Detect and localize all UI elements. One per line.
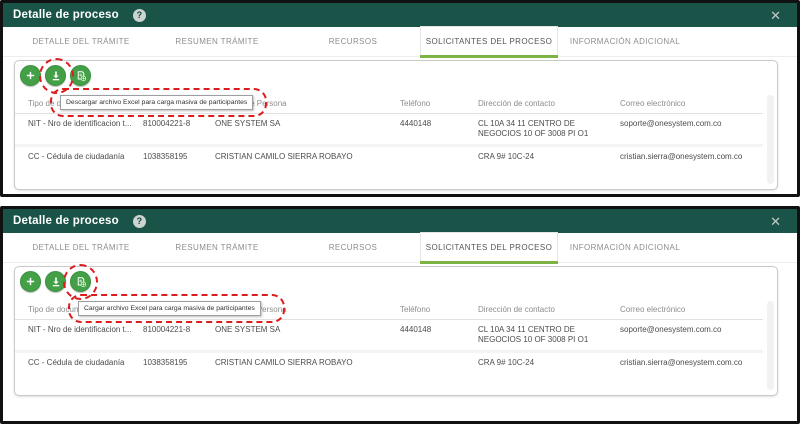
cell-correo: soporte@onesystem.com.co	[620, 320, 763, 352]
tab-resumen-tramite[interactable]: RESUMEN TRÁMITE	[149, 233, 285, 262]
cell-telefono: 4440148	[400, 114, 478, 146]
cell-correo: cristian.sierra@onesystem.com.co	[620, 146, 763, 168]
table-scrollbar[interactable]	[767, 95, 774, 184]
tooltip-cargar-excel: Cargar archivo Excel para carga masiva d…	[78, 301, 261, 316]
tab-informacion-adicional[interactable]: INFORMACIÓN ADICIONAL	[557, 233, 693, 262]
cell-nombre: CRISTIAN CAMILO SIERRA ROBAYO	[215, 146, 400, 168]
solicitantes-card: Tipo de documento Número de documento No…	[14, 60, 778, 190]
upload-excel-button[interactable]	[70, 271, 91, 292]
modal-title: Detalle de proceso	[13, 9, 119, 21]
download-excel-button[interactable]	[45, 271, 66, 292]
tab-label: RECURSOS	[329, 243, 378, 252]
tab-recursos[interactable]: RECURSOS	[285, 27, 421, 56]
cell-telefono: 4440148	[400, 320, 478, 352]
modal-titlebar: Detalle de proceso ? ✕	[3, 209, 797, 233]
cell-tipo: NIT - Nro de identificacion t...	[15, 320, 143, 352]
table-row[interactable]: CC - Cédula de ciudadanía 1038358195 CRI…	[15, 352, 763, 374]
close-icon[interactable]: ✕	[770, 9, 787, 22]
download-excel-icon	[50, 70, 62, 82]
col-direccion-contacto: Dirección de contacto	[478, 94, 620, 114]
table-row[interactable]: NIT - Nro de identificacion t... 8100042…	[15, 114, 763, 146]
tab-label: RESUMEN TRÁMITE	[175, 243, 258, 252]
tab-detalle-del-tramite[interactable]: DETALLE DEL TRÁMITE	[13, 233, 149, 262]
add-participant-button[interactable]	[20, 271, 41, 292]
tab-solicitantes-del-proceso[interactable]: SOLICITANTES DEL PROCESO	[421, 233, 557, 262]
cell-direccion: CRA 9# 10C-24	[478, 352, 620, 374]
solicitantes-card: Tipo de documento Número de documento No…	[14, 266, 778, 396]
modal-title: Detalle de proceso	[13, 215, 119, 227]
modal-detalle-proceso-download: Detalle de proceso ? ✕ DETALLE DEL TRÁMI…	[0, 0, 800, 197]
help-icon[interactable]: ?	[133, 215, 146, 228]
modal-detalle-proceso-upload: Detalle de proceso ? ✕ DETALLE DEL TRÁMI…	[0, 206, 800, 424]
cell-numero: 1038358195	[143, 352, 215, 374]
cell-tipo: CC - Cédula de ciudadanía	[15, 352, 143, 374]
tab-label: SOLICITANTES DEL PROCESO	[426, 243, 553, 252]
col-correo-electronico: Correo electrónico	[620, 94, 763, 114]
cell-direccion: CL 10A 34 11 CENTRO DE NEGOCIOS 10 OF 30…	[478, 114, 620, 146]
cell-numero: 810004221-8	[143, 114, 215, 146]
tab-bar: DETALLE DEL TRÁMITE RESUMEN TRÁMITE RECU…	[3, 27, 797, 57]
plus-icon	[25, 70, 36, 81]
tab-bar: DETALLE DEL TRÁMITE RESUMEN TRÁMITE RECU…	[3, 233, 797, 263]
tab-label: INFORMACIÓN ADICIONAL	[570, 243, 680, 252]
download-excel-icon	[50, 276, 62, 288]
table-row[interactable]: CC - Cédula de ciudadanía 1038358195 CRI…	[15, 146, 763, 168]
tab-label: RESUMEN TRÁMITE	[175, 37, 258, 46]
table-scrollbar[interactable]	[767, 301, 774, 390]
cell-tipo: NIT - Nro de identificacion t...	[15, 114, 143, 146]
col-telefono: Teléfono	[400, 300, 478, 320]
tab-solicitantes-del-proceso[interactable]: SOLICITANTES DEL PROCESO	[421, 27, 557, 56]
toolbar	[20, 271, 91, 292]
cell-correo: cristian.sierra@onesystem.com.co	[620, 352, 763, 374]
cell-numero: 1038358195	[143, 146, 215, 168]
download-excel-button[interactable]	[45, 65, 66, 86]
table-row[interactable]: NIT - Nro de identificacion t... 8100042…	[15, 320, 763, 352]
cell-direccion: CRA 9# 10C-24	[478, 146, 620, 168]
upload-excel-button[interactable]	[70, 65, 91, 86]
cell-nombre: ONE SYSTEM SA	[215, 320, 400, 352]
add-participant-button[interactable]	[20, 65, 41, 86]
modal-titlebar: Detalle de proceso ? ✕	[3, 3, 797, 27]
tab-recursos[interactable]: RECURSOS	[285, 233, 421, 262]
cell-nombre: CRISTIAN CAMILO SIERRA ROBAYO	[215, 352, 400, 374]
tab-label: DETALLE DEL TRÁMITE	[32, 243, 129, 252]
cell-nombre: ONE SYSTEM SA	[215, 114, 400, 146]
col-telefono: Teléfono	[400, 94, 478, 114]
plus-icon	[25, 276, 36, 287]
toolbar	[20, 65, 91, 86]
cell-direccion: CL 10A 34 11 CENTRO DE NEGOCIOS 10 OF 30…	[478, 320, 620, 352]
cell-telefono	[400, 352, 478, 374]
cell-tipo: CC - Cédula de ciudadanía	[15, 146, 143, 168]
tab-label: SOLICITANTES DEL PROCESO	[426, 37, 553, 46]
col-direccion-contacto: Dirección de contacto	[478, 300, 620, 320]
tab-label: INFORMACIÓN ADICIONAL	[570, 37, 680, 46]
close-icon[interactable]: ✕	[770, 215, 787, 228]
upload-excel-file-icon	[75, 70, 87, 82]
tab-label: DETALLE DEL TRÁMITE	[32, 37, 129, 46]
help-icon[interactable]: ?	[133, 9, 146, 22]
tab-informacion-adicional[interactable]: INFORMACIÓN ADICIONAL	[557, 27, 693, 56]
upload-excel-file-icon	[75, 276, 87, 288]
cell-correo: soporte@onesystem.com.co	[620, 114, 763, 146]
cell-telefono	[400, 146, 478, 168]
col-correo-electronico: Correo electrónico	[620, 300, 763, 320]
tab-label: RECURSOS	[329, 37, 378, 46]
tab-resumen-tramite[interactable]: RESUMEN TRÁMITE	[149, 27, 285, 56]
tooltip-descargar-excel: Descargar archivo Excel para carga masiv…	[60, 95, 253, 110]
tab-detalle-del-tramite[interactable]: DETALLE DEL TRÁMITE	[13, 27, 149, 56]
cell-numero: 810004221-8	[143, 320, 215, 352]
